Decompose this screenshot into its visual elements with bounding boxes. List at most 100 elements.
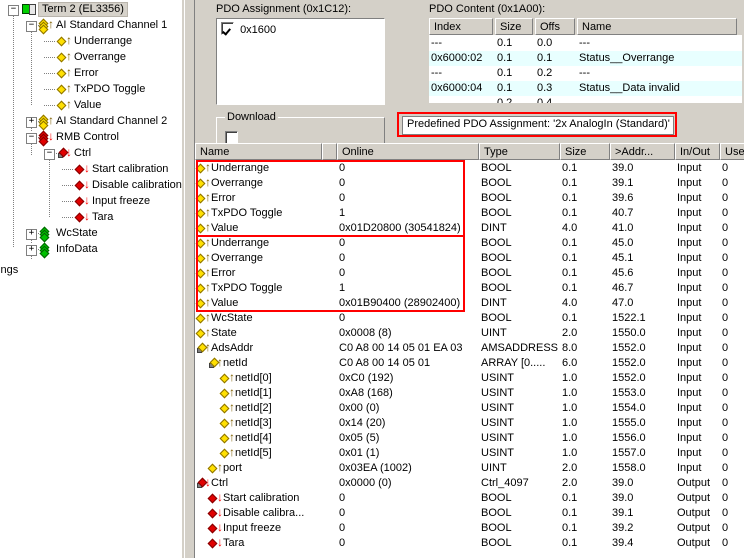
tree-item-ctrl[interactable]: ↓ Ctrl bbox=[0, 146, 182, 161]
main-list-row[interactable]: ↑ TxPDO Toggle 1 BOOL 0.1 40.7 Input 0 bbox=[195, 206, 744, 221]
main-list-row[interactable]: ↑ port 0x03EA (1002) UINT 2.0 1558.0 Input 0 bbox=[195, 461, 744, 476]
main-list-row[interactable]: ↓ Disable calibra... 0 BOOL 0.1 39.1 Output 0 bbox=[195, 506, 744, 521]
main-list-row[interactable]: ↓ Input freeze 0 BOOL 0.1 39.2 Output 0 bbox=[195, 521, 744, 536]
row-size: 1.0 bbox=[562, 372, 578, 384]
predefined-pdo-combobox[interactable]: Predefined PDO Assignment: '2x AnalogIn … bbox=[402, 116, 674, 135]
pdo-content-grid[interactable]: Index Size Offs Name --- 0.1 0.0 --- 0x6000:02 0.… bbox=[429, 18, 742, 103]
pdo-content-header[interactable]: Index Size Offs Name bbox=[429, 18, 742, 35]
var-yellow-in-icon: ↑ bbox=[195, 251, 211, 265]
tree-item-value[interactable]: ↑ Value bbox=[0, 98, 182, 113]
row-online: 0 bbox=[339, 192, 346, 204]
main-list-row[interactable]: ↑ netId[4] 0x05 (5) USINT 1.0 1556.0 Input 0 bbox=[195, 431, 744, 446]
main-list-row[interactable]: ↑ netId[3] 0x14 (20) USINT 1.0 1555.0 Input 0 bbox=[195, 416, 744, 431]
process-data-list-header[interactable]: Name OnlineTypeSize>Addr...In/OutUser bbox=[195, 143, 744, 160]
pdo-assignment-entry[interactable]: 0x1600 bbox=[221, 22, 276, 36]
main-list-row[interactable]: ↑ netId[0] 0xC0 (192) USINT 1.0 1552.0 Input 0 bbox=[195, 371, 744, 386]
row-addr: 45.0 bbox=[612, 237, 634, 249]
process-data-list[interactable]: Name OnlineTypeSize>Addr...In/OutUser ↑Un… bbox=[195, 143, 744, 558]
main-list-row[interactable]: ↑ Overrange 0 BOOL 0.1 39.1 Input 0 bbox=[195, 176, 744, 191]
row-type: Ctrl_4097 bbox=[481, 477, 529, 489]
pdo-content-col-size[interactable]: Size bbox=[495, 18, 533, 35]
row-size: 0.1 bbox=[562, 492, 578, 504]
row-name: Tara bbox=[223, 537, 245, 549]
main-col-type[interactable]: Type bbox=[479, 143, 560, 160]
row-size: 0.1 bbox=[562, 522, 578, 534]
row-type: BOOL bbox=[481, 312, 512, 324]
pdo-assignment-list[interactable]: 0x1600 bbox=[216, 18, 385, 105]
var-yellow-in-icon: ↑ bbox=[195, 176, 211, 190]
tree-item-underrange[interactable]: ↑ Underrange bbox=[0, 34, 182, 49]
row-addr: 39.0 bbox=[612, 477, 634, 489]
var-yellow-in-icon: ↑ bbox=[219, 386, 235, 400]
main-list-row[interactable]: ↑ Underrange 0 BOOL 0.1 39.0 Input 0 bbox=[195, 161, 744, 176]
main-list-row[interactable]: ↓ Start calibration 0 BOOL 0.1 39.0 Output 0 bbox=[195, 491, 744, 506]
var-yellow-in-icon: ↑ bbox=[195, 311, 211, 325]
row-inout: Input bbox=[677, 327, 702, 339]
row-inout: Input bbox=[677, 462, 702, 474]
row-type: BOOL bbox=[481, 492, 512, 504]
row-addr: 1550.0 bbox=[612, 327, 646, 339]
row-user: 0 bbox=[722, 297, 729, 309]
tree-item-txpdo-toggle[interactable]: ↑ TxPDO Toggle bbox=[0, 82, 182, 97]
main-col-inout[interactable]: In/Out bbox=[675, 143, 720, 160]
main-list-row[interactable]: ↑ AdsAddr C0 A8 00 14 05 01 EA 03 AMSADDRES… bbox=[195, 341, 744, 356]
pdo-content-index bbox=[431, 96, 495, 103]
main-col-addr[interactable]: >Addr... bbox=[610, 143, 675, 160]
row-size: 0.1 bbox=[562, 237, 578, 249]
main-list-row[interactable]: ↑ TxPDO Toggle 1 BOOL 0.1 46.7 Input 0 bbox=[195, 281, 744, 296]
main-list-row[interactable]: ↓ Ctrl 0x0000 (0) Ctrl_4097 2.0 39.0 Output 0 bbox=[195, 476, 744, 491]
tree-item-start-calibration[interactable]: ↓ Start calibration bbox=[0, 162, 182, 177]
row-online: C0 A8 00 14 05 01 EA 03 bbox=[339, 342, 463, 354]
pdo-content-row[interactable]: --- 0.1 0.2 --- bbox=[429, 66, 742, 81]
var-yellow-in-icon: ↑ bbox=[219, 416, 235, 430]
main-list-row[interactable]: ↑ WcState 0 BOOL 0.1 1522.1 Input 0 bbox=[195, 311, 744, 326]
tree-item-overrange[interactable]: ↑ Overrange bbox=[0, 50, 182, 65]
main-list-row[interactable]: ↑ Error 0 BOOL 0.1 39.6 Input 0 bbox=[195, 191, 744, 206]
tree-item-input-freeze[interactable]: ↓ Input freeze bbox=[0, 194, 182, 209]
row-online: 0 bbox=[339, 507, 346, 519]
row-size: 4.0 bbox=[562, 222, 578, 234]
main-list-row[interactable]: ↑ Value 0x01B90400 (28902400) DINT 4.0 47.0 In… bbox=[195, 296, 744, 311]
row-online: 1 bbox=[339, 207, 346, 219]
main-col-blank[interactable] bbox=[322, 143, 337, 160]
pdo-content-row[interactable]: 0x6000:04 0.1 0.3 Status__Data invalid bbox=[429, 81, 742, 96]
main-col-name[interactable]: Name bbox=[195, 143, 322, 160]
main-list-row[interactable]: ↑ Error 0 BOOL 0.1 45.6 Input 0 bbox=[195, 266, 744, 281]
tree-item-tara[interactable]: ↓ Tara bbox=[0, 210, 182, 225]
pdo-1600-checkbox[interactable] bbox=[221, 22, 234, 35]
main-col-size[interactable]: Size bbox=[560, 143, 610, 160]
project-tree-panel[interactable]: − Term 2 (EL3356) − ↑ AI Standard Channel 1 ↑… bbox=[0, 0, 182, 558]
tree-item-ai-standard-channel-1[interactable]: ↑ AI Standard Channel 1 bbox=[0, 18, 182, 35]
pdo-content-col-offs[interactable]: Offs bbox=[535, 18, 575, 35]
pdo-content-row[interactable]: --- 0.1 0.0 --- bbox=[429, 36, 742, 51]
main-list-row[interactable]: ↑ Underrange 0 BOOL 0.1 45.0 Input 0 bbox=[195, 236, 744, 251]
tree-item-disable-calibration[interactable]: ↓ Disable calibration bbox=[0, 178, 182, 193]
pdo-content-col-name[interactable]: Name bbox=[577, 18, 737, 35]
panel-splitter[interactable] bbox=[182, 0, 195, 558]
splitter-bar[interactable] bbox=[184, 0, 195, 558]
main-list-row[interactable]: ↑ netId[1] 0xA8 (168) USINT 1.0 1553.0 Input 0 bbox=[195, 386, 744, 401]
main-list-row[interactable]: ↑ Overrange 0 BOOL 0.1 45.1 Input 0 bbox=[195, 251, 744, 266]
row-inout: Input bbox=[677, 402, 702, 414]
tree-item-wcstate[interactable]: WcState bbox=[0, 226, 182, 243]
row-name: Input freeze bbox=[223, 522, 282, 534]
main-col-online[interactable]: Online bbox=[337, 143, 479, 160]
pdo-content-col-index[interactable]: Index bbox=[429, 18, 493, 35]
tree-item-term-2-el3356-[interactable]: Term 2 (EL3356) bbox=[0, 2, 182, 17]
tree-item-rmb-control[interactable]: ↓ RMB Control bbox=[0, 130, 182, 147]
main-list-row[interactable]: ↑ Value 0x01D20800 (30541824) DINT 4.0 41.0 In… bbox=[195, 221, 744, 236]
main-col-user[interactable]: User bbox=[720, 143, 744, 160]
tree-item-infodata[interactable]: InfoData bbox=[0, 242, 182, 259]
pdo-content-row[interactable]: 0x6000:02 0.1 0.1 Status__Overrange bbox=[429, 51, 742, 66]
tree-item-error[interactable]: ↑ Error bbox=[0, 66, 182, 81]
main-list-row[interactable]: ↑ State 0x0008 (8) UINT 2.0 1550.0 Input 0 bbox=[195, 326, 744, 341]
main-list-row[interactable]: ↓ Tara 0 BOOL 0.1 39.4 Output 0 bbox=[195, 536, 744, 551]
main-list-row[interactable]: ↑ netId C0 A8 00 14 05 01 ARRAY [0..... 6.0 1… bbox=[195, 356, 744, 371]
tree-branch-ch1 bbox=[31, 32, 32, 106]
main-list-row[interactable]: ↑ netId[5] 0x01 (1) USINT 1.0 1557.0 Input 0 bbox=[195, 446, 744, 461]
row-name: netId[0] bbox=[235, 372, 272, 384]
pdo-content-row[interactable]: 0.2 0.4 bbox=[429, 96, 742, 103]
tree-item-ai-standard-channel-2[interactable]: ↑ AI Standard Channel 2 bbox=[0, 114, 182, 131]
main-list-row[interactable]: ↑ netId[2] 0x00 (0) USINT 1.0 1554.0 Input 0 bbox=[195, 401, 744, 416]
var-yellow-in-icon: ↑ bbox=[195, 236, 211, 250]
